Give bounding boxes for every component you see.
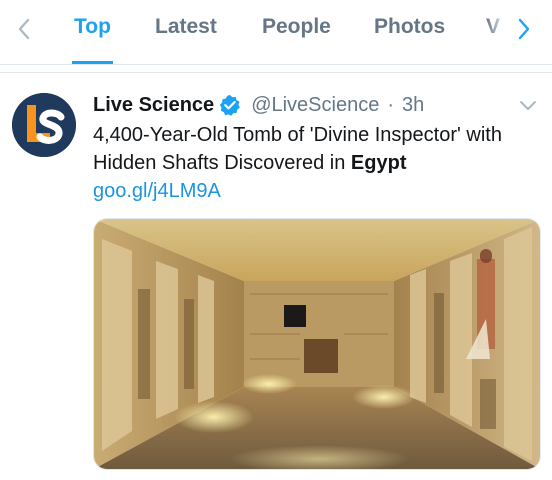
- live-science-logo-icon: [12, 93, 76, 157]
- tweet-text-bold: Egypt: [350, 152, 407, 174]
- tweet-timestamp[interactable]: 3h: [402, 94, 424, 117]
- divider: [0, 72, 552, 73]
- tab-people[interactable]: People: [262, 15, 331, 64]
- tab-label: Latest: [155, 15, 217, 38]
- verified-badge-icon: [219, 94, 241, 116]
- avatar[interactable]: [12, 93, 76, 157]
- tab-label: Top: [74, 15, 111, 38]
- tab-photos[interactable]: Photos: [374, 15, 445, 64]
- active-tab-indicator: [72, 61, 113, 64]
- tab-label: People: [262, 15, 331, 38]
- tab-latest[interactable]: Latest: [155, 15, 217, 64]
- tab-label: Photos: [374, 15, 446, 38]
- tweet-text: 4,400-Year-Old Tomb of 'Divine Inspector…: [93, 121, 543, 177]
- separator-dot: ·: [387, 93, 395, 116]
- tweet-text-body: 4,400-Year-Old Tomb of 'Divine Inspector…: [93, 124, 502, 174]
- user-handle[interactable]: @LiveScience: [251, 94, 379, 117]
- chevron-down-icon[interactable]: [518, 96, 538, 116]
- display-name[interactable]: Live Science: [93, 94, 214, 117]
- tomb-interior-photo: [94, 219, 540, 469]
- tab-overflow-fade: [486, 12, 512, 48]
- chevron-left-icon[interactable]: [14, 16, 34, 42]
- chevron-right-icon[interactable]: [514, 16, 534, 42]
- search-tab-bar: Top Latest People Photos V: [0, 0, 552, 65]
- tweet-link[interactable]: goo.gl/j4LM9A: [93, 178, 221, 204]
- tweet-media-image[interactable]: [93, 218, 541, 470]
- tab-top[interactable]: Top: [72, 15, 113, 64]
- tweet-header: Live Science @LiveScience · 3h: [93, 92, 424, 118]
